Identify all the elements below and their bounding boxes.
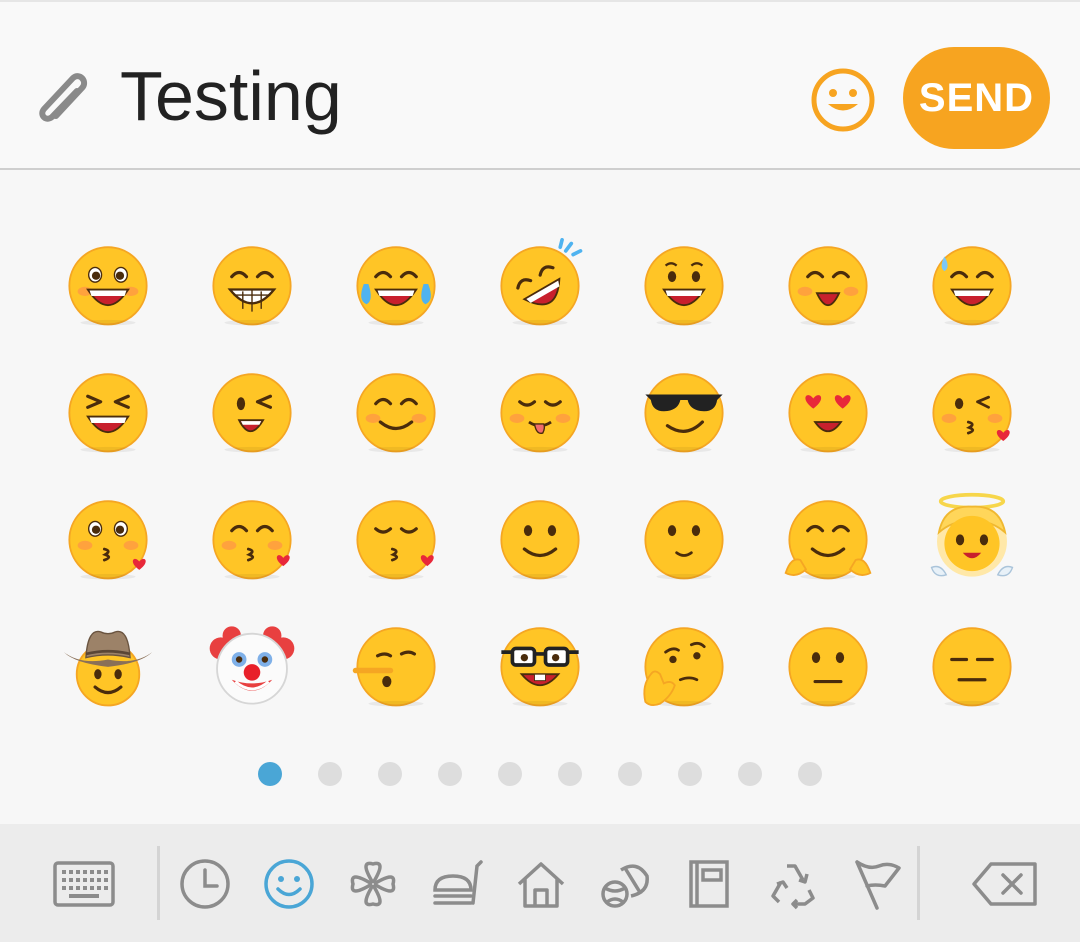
page-dot[interactable]: [378, 762, 402, 786]
emoji-kissing-face-heart[interactable]: [36, 474, 180, 601]
page-dot[interactable]: [498, 762, 522, 786]
food-category-icon[interactable]: [426, 852, 488, 916]
emoji-smiling-face-sunglasses[interactable]: [612, 347, 756, 474]
page-indicator: [0, 760, 1080, 786]
emoji-grid: [36, 220, 1044, 728]
house-category-icon[interactable]: [510, 852, 572, 916]
keyboard-icon[interactable]: [50, 852, 118, 916]
page-dot[interactable]: [738, 762, 762, 786]
emoji-winking-face[interactable]: [180, 347, 324, 474]
emoji-smiling-face[interactable]: [612, 474, 756, 601]
page-dot[interactable]: [558, 762, 582, 786]
toolbar-divider: [157, 846, 160, 920]
emoji-expressionless-face[interactable]: [900, 601, 1044, 728]
emoji-neutral-face[interactable]: [756, 601, 900, 728]
emoji-grinning-face[interactable]: [612, 220, 756, 347]
page-dot[interactable]: [258, 762, 282, 786]
page-dot[interactable]: [678, 762, 702, 786]
recent-clock-icon[interactable]: [174, 852, 236, 916]
emoji-smiling-face-halo[interactable]: [900, 474, 1044, 601]
emoji-cowboy-hat-face[interactable]: [36, 601, 180, 728]
emoji-nerd-face[interactable]: [468, 601, 612, 728]
emoji-face-savoring-food[interactable]: [468, 347, 612, 474]
toolbar-divider: [917, 846, 920, 920]
clover-category-icon[interactable]: [342, 852, 404, 916]
backspace-icon[interactable]: [964, 852, 1046, 916]
emoji-slightly-smiling-face[interactable]: [468, 474, 612, 601]
emoji-panel: [0, 170, 1080, 824]
smiley-category-icon[interactable]: [258, 852, 320, 916]
emoji-beaming-face[interactable]: [180, 220, 324, 347]
emoji-toggle-icon[interactable]: [808, 65, 878, 135]
compose-bar: Testing SEND: [0, 2, 1080, 168]
emoji-category-toolbar: [0, 824, 1080, 942]
attachment-paperclip-icon[interactable]: [30, 64, 100, 134]
emoji-smiling-face-heart-eyes[interactable]: [756, 347, 900, 474]
emoji-hugging-face[interactable]: [756, 474, 900, 601]
emoji-kissing-face-smiling-eyes[interactable]: [180, 474, 324, 601]
page-dot[interactable]: [798, 762, 822, 786]
emoji-thinking-face[interactable]: [612, 601, 756, 728]
objects-category-icon[interactable]: [678, 852, 740, 916]
page-dot[interactable]: [618, 762, 642, 786]
emoji-rolling-on-floor-laughing[interactable]: [468, 220, 612, 347]
send-button[interactable]: SEND: [903, 47, 1050, 149]
emoji-kissing-face-closed-eyes[interactable]: [324, 474, 468, 601]
emoji-clown-face[interactable]: [180, 601, 324, 728]
symbols-recycle-icon[interactable]: [762, 852, 824, 916]
emoji-grinning-squinting-face[interactable]: [36, 347, 180, 474]
flags-category-icon[interactable]: [846, 852, 908, 916]
emoji-face-with-tears-of-joy[interactable]: [324, 220, 468, 347]
emoji-grinning-face-big-eyes[interactable]: [36, 220, 180, 347]
emoji-lying-face[interactable]: [324, 601, 468, 728]
emoji-face-blowing-kiss[interactable]: [900, 347, 1044, 474]
message-input[interactable]: Testing: [120, 54, 342, 138]
page-dot[interactable]: [438, 762, 462, 786]
emoji-grinning-face-sweat[interactable]: [900, 220, 1044, 347]
sports-category-icon[interactable]: [594, 852, 656, 916]
emoji-smiling-face-open-mouth[interactable]: [756, 220, 900, 347]
emoji-smiling-face-smiling-eyes[interactable]: [324, 347, 468, 474]
page-dot[interactable]: [318, 762, 342, 786]
